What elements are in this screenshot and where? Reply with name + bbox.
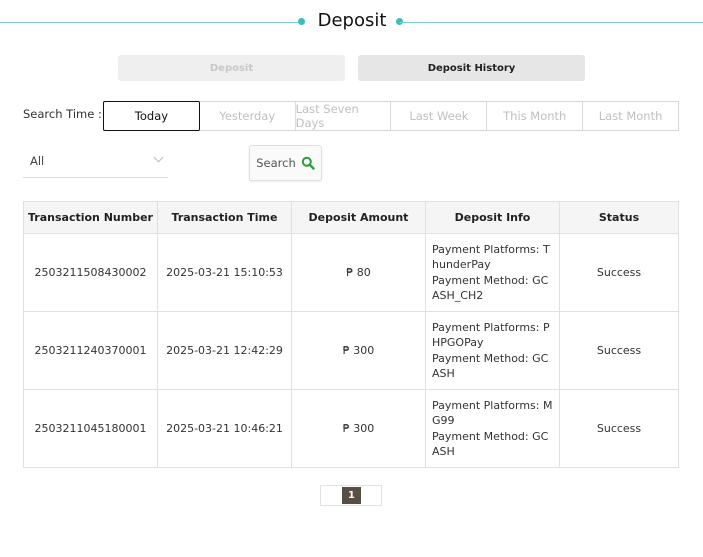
page-title: Deposit xyxy=(317,10,387,31)
title-divider-left xyxy=(0,22,301,23)
search-button-label: Search xyxy=(256,156,296,170)
search-time-label: Search Time : xyxy=(23,107,102,121)
time-option-this-month[interactable]: This Month xyxy=(487,102,584,130)
status-filter-value: All xyxy=(30,154,45,168)
time-option-last-week[interactable]: Last Week xyxy=(391,102,488,130)
page-number-button[interactable]: 1 xyxy=(342,487,361,504)
tab-deposit[interactable]: Deposit xyxy=(118,55,345,81)
payment-method-text: Payment Method: GCASH xyxy=(432,351,549,381)
status-cell: Success xyxy=(559,389,679,468)
time-option-last-seven-days[interactable]: Last Seven Days xyxy=(296,102,392,130)
payment-platform-text: Payment Platforms: MG99 xyxy=(432,398,553,428)
table-row: 2503211045180001 2025-03-21 10:46:21 ₱ 3… xyxy=(23,389,679,468)
status-cell: Success xyxy=(559,233,679,312)
page-title-row: Deposit xyxy=(0,8,703,38)
transaction-time-cell: 2025-03-21 12:42:29 xyxy=(157,311,292,390)
column-header-deposit-amount: Deposit Amount xyxy=(291,201,426,234)
time-option-last-month[interactable]: Last Month xyxy=(583,102,678,130)
status-cell: Success xyxy=(559,311,679,390)
transaction-number-cell: 2503211508430002 xyxy=(23,233,158,312)
payment-method-text: Payment Method: GCASH xyxy=(432,429,549,459)
column-header-status: Status xyxy=(559,201,679,234)
transaction-time-cell: 2025-03-21 10:46:21 xyxy=(157,389,292,468)
table-row: 2503211508430002 2025-03-21 15:10:53 ₱ 8… xyxy=(23,233,679,312)
deposit-info-cell: Payment Platforms: PHPGOPay Payment Meth… xyxy=(425,311,560,390)
payment-platform-text: Payment Platforms: PHPGOPay xyxy=(432,320,550,350)
title-divider-right xyxy=(400,22,703,23)
column-header-transaction-time: Transaction Time xyxy=(157,201,292,234)
column-header-deposit-info: Deposit Info xyxy=(425,201,560,234)
deposit-amount-cell: ₱ 80 xyxy=(291,233,426,312)
time-option-yesterday[interactable]: Yesterday xyxy=(200,102,296,130)
transaction-time-cell: 2025-03-21 15:10:53 xyxy=(157,233,292,312)
deposit-history-table: Transaction Number Transaction Time Depo… xyxy=(23,201,679,468)
title-dot-left xyxy=(298,18,305,25)
chevron-down-icon xyxy=(153,152,164,163)
payment-method-text: Payment Method: GCASH_CH2 xyxy=(432,273,549,303)
tab-deposit-history[interactable]: Deposit History xyxy=(358,55,585,81)
payment-platform-text: Payment Platforms: ThunderPay xyxy=(432,242,550,272)
search-button[interactable]: Search xyxy=(249,145,322,181)
table-header-row: Transaction Number Transaction Time Depo… xyxy=(23,201,679,234)
status-filter-select[interactable]: All xyxy=(23,148,168,178)
column-header-transaction-number: Transaction Number xyxy=(23,201,158,234)
transaction-number-cell: 2503211045180001 xyxy=(23,389,158,468)
deposit-info-cell: Payment Platforms: MG99 Payment Method: … xyxy=(425,389,560,468)
search-icon xyxy=(301,156,315,170)
time-option-today[interactable]: Today xyxy=(103,101,200,131)
deposit-amount-cell: ₱ 300 xyxy=(291,389,426,468)
table-row: 2503211240370001 2025-03-21 12:42:29 ₱ 3… xyxy=(23,311,679,390)
transaction-number-cell: 2503211240370001 xyxy=(23,311,158,390)
pagination: 1 xyxy=(320,485,382,506)
deposit-amount-cell: ₱ 300 xyxy=(291,311,426,390)
deposit-info-cell: Payment Platforms: ThunderPay Payment Me… xyxy=(425,233,560,312)
time-range-selector: Today Yesterday Last Seven Days Last Wee… xyxy=(103,101,679,131)
